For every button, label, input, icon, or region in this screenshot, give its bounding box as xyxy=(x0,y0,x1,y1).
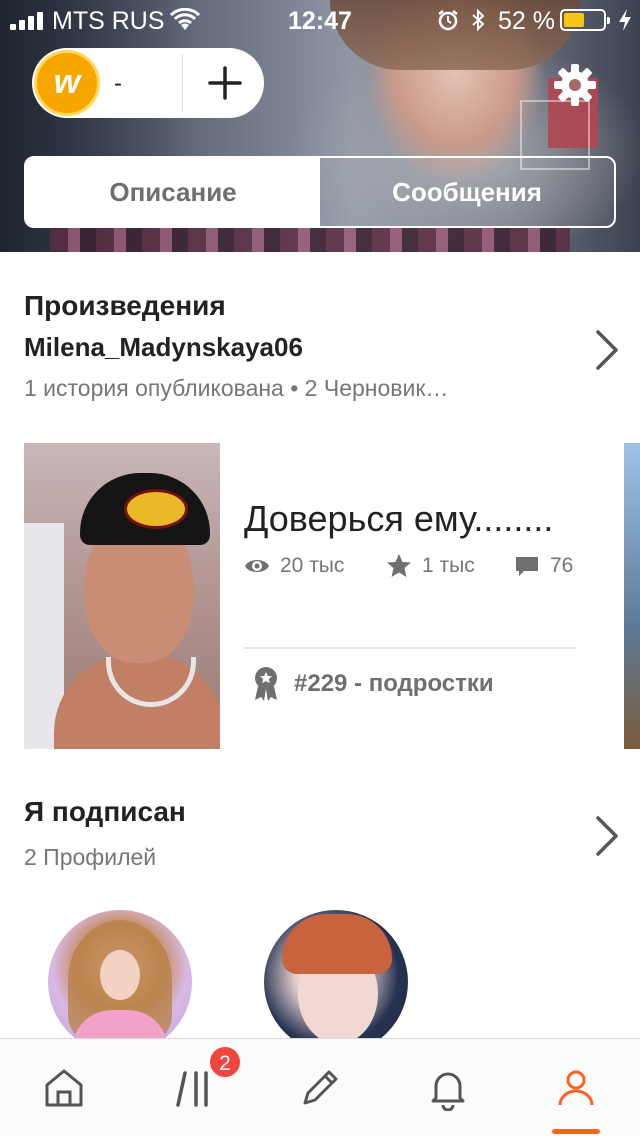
avatar[interactable] xyxy=(48,910,192,1054)
story-cover-image[interactable] xyxy=(24,443,220,749)
status-bar: MTS RUS 12:47 52 % xyxy=(0,0,640,40)
reads-count: 20 тыс xyxy=(280,554,345,577)
avatar[interactable] xyxy=(264,910,408,1054)
notifications-icon xyxy=(431,1072,465,1111)
battery-percent: 52 % xyxy=(498,7,555,35)
bluetooth-icon xyxy=(472,8,485,32)
reads-stat: 20 тыс xyxy=(244,553,344,579)
add-coins-button[interactable] xyxy=(192,54,258,112)
tab-profile[interactable] xyxy=(546,1061,606,1115)
votes-stat: 1 тыс xyxy=(386,553,475,579)
library-badge: 2 xyxy=(208,1045,242,1079)
rank-number: #229 xyxy=(294,670,348,697)
next-story-cover[interactable] xyxy=(624,443,640,749)
battery-icon xyxy=(560,9,610,31)
library-icon xyxy=(176,1071,208,1107)
story-title[interactable]: Доверься ему........ xyxy=(244,498,553,540)
rank-tag: подростки xyxy=(368,670,494,697)
works-username: Milena_Madynskaya06 xyxy=(24,332,303,362)
bottom-tab-bar: 2 xyxy=(0,1038,640,1136)
home-icon xyxy=(45,1069,83,1107)
tab-home[interactable] xyxy=(34,1061,94,1115)
tab-messages[interactable]: Сообщения xyxy=(320,158,614,226)
comments-count: 76 xyxy=(550,554,574,577)
story-stats: 20 тыс 1 тыс 76 xyxy=(244,553,584,583)
charging-icon xyxy=(619,9,631,31)
comments-stat: 76 xyxy=(514,553,573,579)
profile-tabs: Описание Сообщения xyxy=(24,156,616,228)
eye-icon xyxy=(245,560,269,572)
coins-widget[interactable]: w - xyxy=(32,48,264,118)
settings-gear-icon[interactable] xyxy=(552,62,598,108)
works-title: Произведения xyxy=(24,290,226,321)
works-chevron-right-icon[interactable] xyxy=(592,328,622,372)
following-chevron-right-icon[interactable] xyxy=(592,814,622,858)
profile-icon xyxy=(558,1070,594,1106)
coin-letter: w xyxy=(53,63,81,101)
ranking-badge-icon xyxy=(255,667,277,701)
tab-description[interactable]: Описание xyxy=(26,158,320,226)
alarm-icon xyxy=(438,10,458,31)
tab-write[interactable] xyxy=(290,1061,350,1115)
following-title: Я подписан xyxy=(24,796,186,827)
star-icon xyxy=(387,554,411,577)
works-summary: 1 история опубликована • 2 Черновик… xyxy=(24,375,449,401)
coin-icon: w xyxy=(34,50,100,116)
coin-count: - xyxy=(114,70,122,97)
votes-count: 1 тыс xyxy=(422,554,475,577)
active-tab-indicator xyxy=(552,1129,600,1134)
following-summary: 2 Профилей xyxy=(24,844,157,870)
write-icon xyxy=(303,1070,338,1105)
comment-icon xyxy=(516,557,538,576)
tab-notifications[interactable] xyxy=(418,1061,478,1115)
story-rank[interactable]: #229 - подростки xyxy=(252,666,494,702)
battery-level xyxy=(564,13,584,27)
